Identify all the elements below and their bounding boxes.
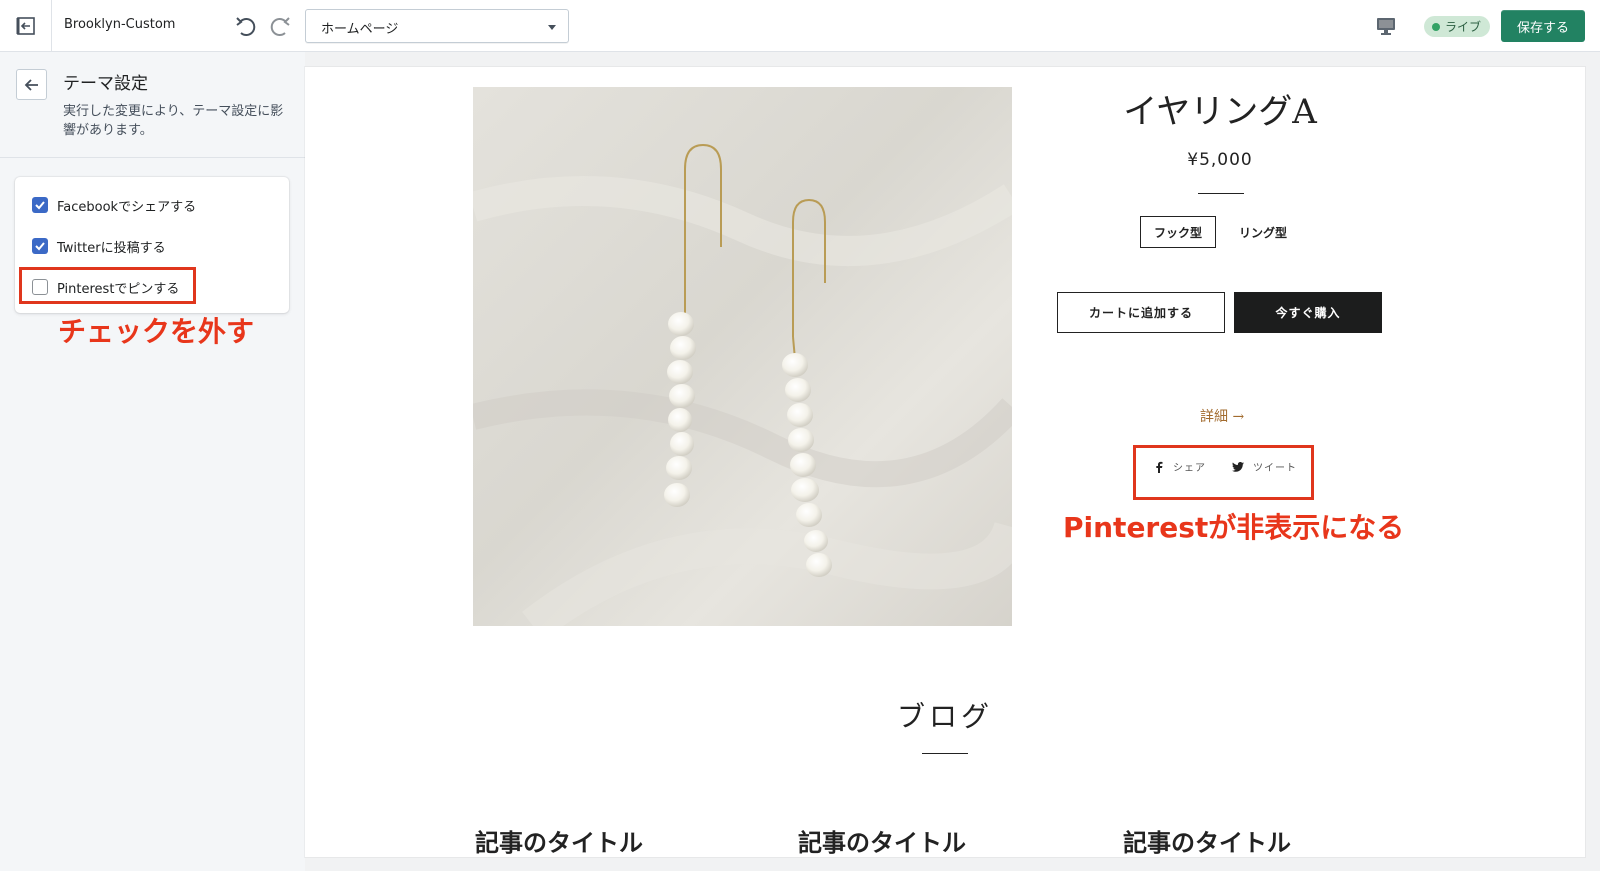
add-to-cart-button[interactable]: カートに追加する — [1057, 292, 1225, 333]
checkbox-label: Facebookでシェアする — [57, 199, 197, 215]
variant-option-hook[interactable]: フック型 — [1140, 216, 1216, 248]
storefront-preview: イヤリングA ¥5,000 フック型 リング型 カートに追加する 今すぐ購入 詳… — [305, 67, 1585, 857]
divider — [0, 157, 305, 158]
product-title: イヤリングA — [1123, 92, 1317, 132]
undo-icon — [236, 17, 256, 36]
theme-name: Brooklyn-Custom — [64, 17, 176, 32]
page-select[interactable]: ホームページ — [305, 9, 569, 43]
exit-editor-button[interactable] — [0, 0, 52, 52]
editor-topbar: Brooklyn-Custom ホームページ ライブ 保存する — [0, 0, 1600, 52]
checkbox-twitter-tweet[interactable]: Twitterに投稿する — [32, 235, 166, 257]
sidebar-title: テーマ設定 — [63, 74, 148, 94]
save-button[interactable]: 保存する — [1501, 10, 1585, 42]
highlight-box-pinterest — [19, 267, 196, 304]
checkbox-label: Twitterに投稿する — [57, 240, 166, 256]
status-dot-icon — [1432, 22, 1440, 31]
annotation-uncheck: チェックを外す — [58, 315, 255, 348]
checkbox-checked[interactable] — [32, 197, 48, 213]
desktop-view-button[interactable] — [1375, 15, 1397, 37]
chevron-down-icon — [548, 25, 556, 30]
variant-option-ring[interactable]: リング型 — [1225, 216, 1301, 248]
checkbox-facebook-share[interactable]: Facebookでシェアする — [32, 194, 196, 216]
theme-settings-sidebar: テーマ設定 実行した変更により、テーマ設定に影響があります。 Facebookで… — [0, 52, 305, 871]
live-status-badge: ライブ — [1424, 16, 1491, 37]
product-price: ¥5,000 — [1187, 150, 1253, 170]
annotation-pinterest-hidden: Pinterestが非表示になる — [1063, 511, 1405, 544]
blog-section-title: ブログ — [896, 700, 993, 733]
live-label: ライブ — [1445, 20, 1482, 34]
redo-button[interactable] — [267, 13, 293, 39]
details-link[interactable]: 詳細 → — [1200, 406, 1244, 426]
highlight-box-share-buttons — [1133, 445, 1314, 500]
blog-post-title[interactable]: 記事のタイトル — [1123, 823, 1291, 857]
divider — [1198, 193, 1244, 194]
redo-icon — [270, 17, 290, 36]
divider — [922, 753, 968, 754]
arrow-left-icon — [24, 78, 38, 91]
checkbox-checked[interactable] — [32, 238, 48, 254]
checkmark-icon — [35, 201, 45, 210]
pearl-earrings-image — [473, 143, 1012, 626]
desktop-icon — [1377, 18, 1395, 35]
blog-post-title[interactable]: 記事のタイトル — [475, 823, 643, 857]
blog-post-title[interactable]: 記事のタイトル — [798, 823, 966, 857]
checkmark-icon — [35, 242, 45, 251]
undo-button[interactable] — [233, 13, 259, 39]
page-select-value: ホームページ — [321, 22, 399, 37]
product-image — [473, 87, 1012, 626]
exit-icon — [16, 17, 35, 35]
sidebar-description: 実行した変更により、テーマ設定に影響があります。 — [63, 104, 284, 138]
back-button[interactable] — [16, 69, 47, 100]
buy-now-button[interactable]: 今すぐ購入 — [1234, 292, 1382, 333]
